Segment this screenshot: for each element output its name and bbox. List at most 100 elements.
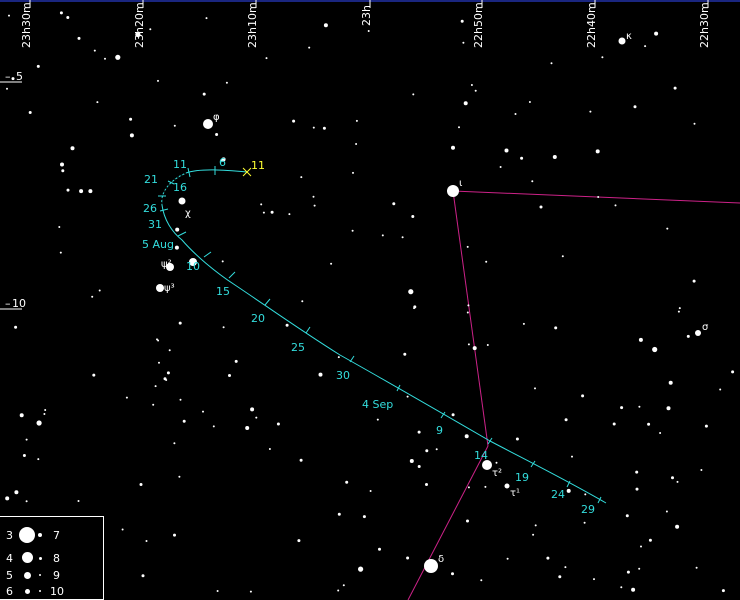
object-path: 11 6 11 21 16 26 31 5 Aug 10 15 20 25 30… (142, 156, 607, 516)
background-star (676, 480, 679, 483)
background-star (179, 398, 182, 401)
background-star (635, 470, 639, 474)
background-star (665, 510, 668, 513)
background-star (121, 528, 124, 531)
background-star (139, 483, 143, 486)
background-star (215, 133, 219, 136)
magnitude-legend: 3 7 4 8 5 9 6 10 (0, 516, 104, 600)
background-star (115, 54, 121, 60)
background-star (202, 410, 204, 413)
background-star (8, 14, 10, 17)
background-star (337, 356, 340, 359)
background-star (300, 176, 303, 179)
background-star (700, 469, 703, 471)
background-star (225, 81, 228, 84)
background-star (514, 113, 517, 115)
background-star (595, 149, 600, 154)
constellation-line (452, 190, 489, 447)
background-star (59, 11, 63, 15)
background-star (173, 442, 176, 445)
background-star (93, 49, 96, 52)
background-star (355, 119, 358, 122)
background-star (178, 321, 182, 325)
date-label: 11 (173, 158, 187, 171)
background-star (58, 226, 61, 228)
background-star (566, 488, 571, 493)
background-star (462, 41, 465, 44)
date-label: 15 (216, 285, 230, 298)
path-tick (177, 231, 187, 237)
background-star (66, 188, 70, 192)
star-chi (178, 197, 186, 205)
legend-dot-small (38, 533, 42, 537)
background-star (212, 425, 215, 428)
background-star (79, 189, 84, 194)
background-star (411, 215, 415, 218)
background-star (412, 93, 415, 96)
background-star (378, 547, 381, 551)
background-star (362, 515, 366, 519)
background-star (546, 556, 550, 560)
background-star (466, 519, 469, 523)
background-star (205, 17, 208, 20)
date-label: 25 (291, 341, 305, 354)
background-star (19, 413, 24, 418)
background-star (173, 533, 176, 537)
background-star (25, 500, 28, 503)
background-star (495, 461, 498, 464)
background-star (652, 346, 658, 353)
background-star (145, 540, 148, 542)
background-star (601, 56, 604, 59)
background-star (367, 30, 370, 32)
background-star (178, 475, 181, 478)
background-star (408, 289, 414, 295)
date-label: 20 (251, 312, 265, 325)
star-label-phi: φ (213, 112, 220, 123)
background-star (638, 405, 641, 408)
background-star (721, 589, 725, 593)
path-tick (228, 271, 236, 279)
background-star (91, 295, 94, 298)
date-label: 5 Aug (142, 238, 174, 251)
background-star (260, 203, 263, 206)
background-star (376, 418, 379, 421)
star-label-iota: ι (459, 178, 463, 189)
background-star (129, 133, 134, 138)
background-star (554, 326, 558, 330)
background-star (135, 31, 141, 38)
background-star (463, 101, 468, 106)
background-star (539, 205, 543, 209)
background-star (467, 486, 470, 489)
background-star (66, 16, 70, 19)
date-label: 21 (144, 173, 158, 186)
legend-mag: 9 (53, 569, 60, 582)
background-star (731, 370, 735, 374)
star-phi (203, 119, 213, 129)
legend-dot-large (19, 527, 35, 543)
background-star (486, 344, 489, 346)
background-star (43, 413, 46, 415)
dec-label: 5 (16, 70, 23, 83)
background-star (228, 374, 231, 377)
background-star (620, 406, 624, 410)
background-star (677, 310, 680, 313)
background-star (166, 371, 170, 375)
legend-dot (39, 557, 42, 560)
background-star (593, 578, 595, 581)
path-tick (203, 251, 212, 258)
date-label: 31 (148, 218, 162, 231)
legend-mag: 3 (6, 529, 13, 542)
background-star (466, 245, 469, 248)
named-stars: κ φ χ ι ψ² ψ³ σ τ² τ¹ δ (156, 31, 709, 573)
background-star (216, 590, 219, 592)
background-star (6, 87, 8, 90)
background-star (174, 245, 179, 250)
background-star (467, 304, 470, 307)
background-star (25, 438, 28, 441)
background-star (61, 169, 65, 173)
dec-label-minus: – (5, 297, 11, 310)
ra-axis: 23h30m 23h20m 23h10m 23h 22h50m 22h40m 2… (20, 0, 711, 48)
background-star (425, 449, 429, 453)
star-tau1 (504, 483, 510, 489)
date-label: 26 (143, 202, 157, 215)
